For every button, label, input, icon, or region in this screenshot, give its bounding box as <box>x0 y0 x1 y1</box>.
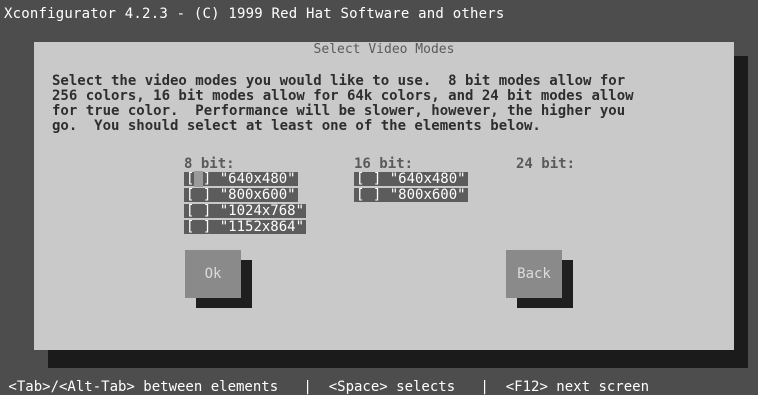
column-heading-24bit: 24 bit: <box>516 156 576 172</box>
select-video-modes-dialog: Select Video Modes Select the video mode… <box>34 42 734 350</box>
checkbox-8bit-1152x864[interactable]: [ ] "1152x864" <box>184 219 307 235</box>
mode-column-16bit: 16 bit: [ ] "640x480" [ ] "800x600" <box>354 156 468 204</box>
checkbox-box: [ ] <box>186 187 212 203</box>
column-heading-16bit: 16 bit: <box>354 156 414 172</box>
checkbox-box: [ ] <box>186 171 212 187</box>
instructions-text: Select the video modes you would like to… <box>52 73 634 134</box>
window-title: Xconfigurator 4.2.3 - (C) 1999 Red Hat S… <box>4 6 505 22</box>
column-heading-8bit: 8 bit: <box>184 156 235 172</box>
option-label: "800x600" <box>219 187 296 203</box>
back-button[interactable]: Back <box>506 250 562 298</box>
option-label: "1024x768" <box>219 203 305 219</box>
checkbox-box: [ ] <box>356 171 382 187</box>
checkbox-8bit-800x600[interactable]: [ ] "800x600" <box>184 188 298 202</box>
dialog-title: Select Video Modes <box>313 42 455 57</box>
checkbox-box: [ ] <box>356 187 382 203</box>
checkbox-16bit-800x600[interactable]: [ ] "800x600" <box>354 188 468 202</box>
mode-column-24bit: 24 bit: <box>516 156 575 172</box>
option-label: "800x600" <box>389 187 466 203</box>
option-label: "640x480" <box>389 171 466 187</box>
checkbox-16bit-640x480[interactable]: [ ] "640x480" <box>354 172 468 186</box>
mode-column-8bit: 8 bit: [ ] "640x480" [ ] "800x600" [ ] "… <box>184 156 307 236</box>
checkbox-box: [ ] <box>186 203 212 219</box>
ok-button[interactable]: Ok <box>185 250 241 298</box>
option-label: "1152x864" <box>219 219 305 235</box>
checkbox-box: [ ] <box>186 219 212 235</box>
checkbox-8bit-640x480[interactable]: [ ] "640x480" <box>184 171 298 187</box>
cursor-icon <box>194 171 203 187</box>
status-bar-hint: <Tab>/<Alt-Tab> between elements | <Spac… <box>0 379 650 395</box>
checkbox-8bit-1024x768[interactable]: [ ] "1024x768" <box>184 203 307 219</box>
option-label: "640x480" <box>219 171 296 187</box>
